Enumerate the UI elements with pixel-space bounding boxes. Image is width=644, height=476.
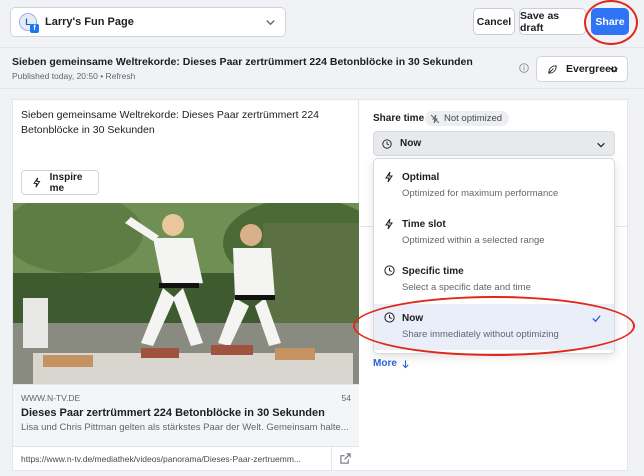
link-preview-image (13, 203, 359, 384)
annotation-circle (584, 0, 638, 45)
link-preview-card[interactable]: WWW.N-TV.DE 54 Dieses Paar zertrümmert 2… (13, 384, 359, 446)
share-time-selected: Now (400, 138, 422, 149)
avatar: L f (19, 13, 39, 33)
chevron-down-icon (597, 142, 605, 148)
option-desc: Optimized within a selected range (402, 235, 545, 246)
post-title: Sieben gemeinsame Weltrekorde: Dieses Pa… (12, 56, 473, 68)
leaf-icon (548, 64, 557, 74)
link-url-row: https://www.n-tv.de/mediathek/videos/pan… (13, 446, 359, 471)
page-name: Larry's Fun Page (45, 16, 134, 28)
option-desc: Optimized for maximum performance (402, 188, 559, 199)
not-optimized-text: Not optimized (444, 113, 503, 124)
info-icon[interactable] (519, 63, 529, 73)
not-optimized-badge: Not optimized (425, 111, 510, 126)
arrow-down-icon (402, 359, 409, 368)
share-time-label: Share time (373, 113, 425, 124)
facebook-icon: f (30, 24, 39, 33)
martial-arts-photo (13, 203, 359, 384)
evergreen-dropdown[interactable]: Evergreen (536, 56, 628, 82)
link-domain: WWW.N-TV.DE (21, 393, 81, 403)
save-as-draft-button[interactable]: Save as draft (519, 8, 586, 35)
divider (331, 447, 332, 471)
more-link[interactable]: More (373, 358, 410, 369)
annotation-circle (353, 296, 635, 356)
clock-icon (384, 265, 395, 276)
cancel-button[interactable]: Cancel (473, 8, 515, 35)
option-title: Time slot (402, 219, 446, 230)
share-time-select[interactable]: Now (373, 131, 615, 156)
post-meta: Published today, 20:50 • Refresh (12, 71, 136, 81)
composer-panel: Sieben gemeinsame Weltrekorde: Dieses Pa… (12, 99, 628, 471)
character-count: 54 (341, 393, 351, 403)
top-bar: L f Larry's Fun Page Cancel Save as draf… (0, 0, 644, 46)
bolt-icon (33, 177, 41, 188)
bolt-icon (385, 171, 393, 183)
option-title: Specific time (402, 266, 464, 277)
option-optimal[interactable]: Optimal Optimized for maximum performanc… (374, 163, 614, 209)
post-body-text[interactable]: Sieben gemeinsame Weltrekorde: Dieses Pa… (21, 108, 351, 138)
inspire-me-button[interactable]: Inspire me (21, 170, 99, 195)
link-title: Dieses Paar zertrümmert 224 Betonblöcke … (21, 407, 325, 419)
option-time-slot[interactable]: Time slot Optimized within a selected ra… (374, 210, 614, 256)
bolt-icon (385, 218, 393, 230)
link-url: https://www.n-tv.de/mediathek/videos/pan… (21, 454, 301, 464)
option-title: Optimal (402, 172, 440, 183)
post-preview: Sieben gemeinsame Weltrekorde: Dieses Pa… (13, 100, 359, 471)
chevron-down-icon (266, 20, 275, 26)
external-link-icon[interactable] (340, 453, 351, 464)
clock-icon (382, 138, 392, 149)
chevron-down-icon (610, 67, 618, 73)
page-selector[interactable]: L f Larry's Fun Page (10, 7, 286, 37)
inspire-me-label: Inspire me (49, 171, 83, 194)
bolt-off-icon (430, 114, 440, 123)
more-label: More (373, 358, 397, 369)
option-desc: Select a specific date and time (402, 282, 531, 293)
link-description: Lisa und Chris Pittman gelten als stärks… (21, 422, 349, 433)
post-header: Sieben gemeinsame Weltrekorde: Dieses Pa… (0, 47, 644, 89)
